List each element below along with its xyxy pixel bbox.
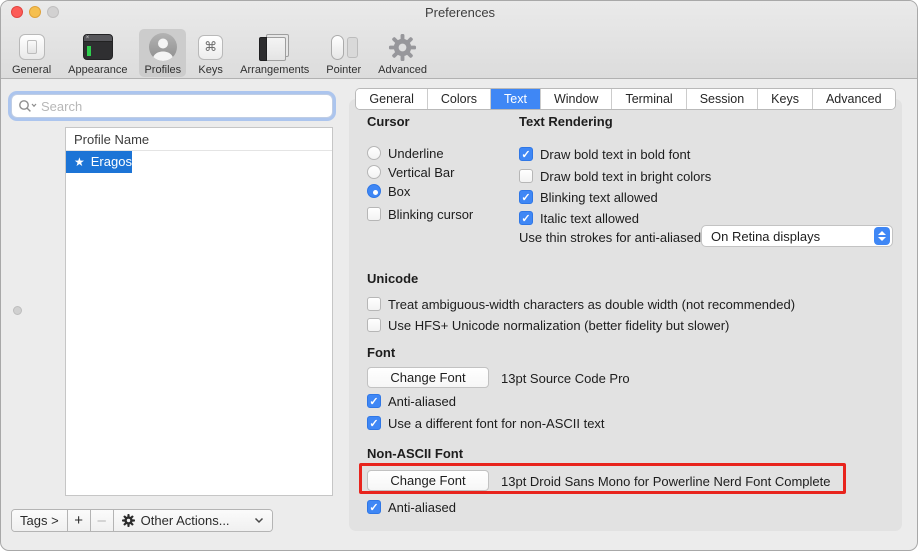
chevron-down-icon <box>254 517 264 524</box>
tab-general[interactable]: General <box>356 89 427 109</box>
profile-actions-bar: Tags > + – Other Actions... <box>11 509 273 532</box>
checkbox[interactable] <box>519 169 533 183</box>
profile-list-header[interactable]: Profile Name <box>66 128 332 151</box>
checkbox-checked[interactable]: ✓ <box>367 500 381 514</box>
checkbox-bright-colors[interactable]: Draw bold text in bright colors <box>519 168 711 184</box>
checkbox-checked[interactable]: ✓ <box>519 147 533 161</box>
text-rendering-section-title: Text Rendering <box>519 114 613 129</box>
title-bar[interactable]: Preferences <box>1 1 918 23</box>
appearance-window-icon: × <box>83 32 113 62</box>
font-section-title: Font <box>367 345 395 360</box>
checkbox-checked[interactable]: ✓ <box>367 416 381 430</box>
preferences-toolbar: General × Appearance Profiles <box>7 25 432 77</box>
checkbox-blinking-text[interactable]: ✓ Blinking text allowed <box>519 189 658 205</box>
checkbox[interactable] <box>367 318 381 332</box>
change-non-ascii-font-button[interactable]: Change Font <box>367 470 489 491</box>
radio-box[interactable]: Box <box>367 183 410 199</box>
window-chrome: Preferences General × Appearance <box>1 1 918 79</box>
toolbar-item-keys[interactable]: ⌘ Keys <box>193 29 228 77</box>
tags-button[interactable]: Tags > <box>12 510 68 531</box>
splitter-handle[interactable] <box>13 306 22 315</box>
preferences-window: Preferences General × Appearance <box>0 0 918 551</box>
checkbox-ambiguous-width[interactable]: Treat ambiguous-width characters as doub… <box>367 296 795 312</box>
tab-colors[interactable]: Colors <box>428 89 491 109</box>
toolbar-item-arrangements[interactable]: Arrangements <box>235 29 314 77</box>
keys-command-icon: ⌘ <box>198 32 223 62</box>
add-profile-button[interactable]: + <box>68 510 91 531</box>
window-title: Preferences <box>1 1 918 23</box>
change-font-button[interactable]: Change Font <box>367 367 489 388</box>
tab-keys[interactable]: Keys <box>758 89 813 109</box>
thin-strokes-select[interactable]: On Retina displays <box>701 225 893 247</box>
search-icon <box>18 99 38 113</box>
tab-text[interactable]: Text <box>491 89 541 109</box>
cursor-section-title: Cursor <box>367 114 410 129</box>
advanced-gear-icon <box>388 32 417 62</box>
checkbox[interactable] <box>367 297 381 311</box>
search-input[interactable]: Search <box>11 94 333 118</box>
toolbar-item-advanced[interactable]: Advanced <box>373 29 432 77</box>
radio-circle-selected[interactable] <box>367 184 381 198</box>
non-ascii-font-value: 13pt Droid Sans Mono for Powerline Nerd … <box>501 474 831 489</box>
toolbar-item-profiles[interactable]: Profiles <box>139 29 186 77</box>
unicode-section-title: Unicode <box>367 271 418 286</box>
radio-vertical-bar[interactable]: Vertical Bar <box>367 164 454 180</box>
tab-session[interactable]: Session <box>687 89 758 109</box>
profiles-person-icon <box>149 32 177 62</box>
non-ascii-font-section-title: Non-ASCII Font <box>367 446 463 461</box>
thin-strokes-label: Use thin strokes for anti-aliased text <box>519 229 726 245</box>
other-actions-dropdown[interactable]: Other Actions... <box>114 510 272 531</box>
toolbar-item-appearance[interactable]: × Appearance <box>63 29 132 77</box>
arrangements-panes-icon <box>259 32 291 62</box>
checkbox-antialiased[interactable]: ✓ Anti-aliased <box>367 393 456 409</box>
radio-circle[interactable] <box>367 146 381 160</box>
checkbox[interactable] <box>367 207 381 221</box>
pointer-mouse-icon <box>329 32 359 62</box>
general-switch-icon <box>19 32 45 62</box>
checkbox-checked[interactable]: ✓ <box>519 190 533 204</box>
profile-name: Eragos <box>91 151 132 173</box>
checkbox-blinking-cursor[interactable]: Blinking cursor <box>367 206 473 222</box>
font-value: 13pt Source Code Pro <box>501 371 630 386</box>
gear-icon <box>122 514 135 527</box>
radio-underline[interactable]: Underline <box>367 145 444 161</box>
profile-tabs: General Colors Text Window Terminal Sess… <box>349 88 902 110</box>
search-placeholder: Search <box>41 99 82 114</box>
profile-list: Profile Name ★ Eragos <box>65 127 333 496</box>
profile-row-eragos[interactable]: ★ Eragos <box>66 151 132 173</box>
checkbox-non-ascii-antialiased[interactable]: ✓ Anti-aliased <box>367 499 456 515</box>
tab-window[interactable]: Window <box>541 89 612 109</box>
remove-profile-button[interactable]: – <box>91 510 114 531</box>
checkbox-hfs-normalization[interactable]: Use HFS+ Unicode normalization (better f… <box>367 317 729 333</box>
tab-advanced[interactable]: Advanced <box>813 89 895 109</box>
stepper-arrows-icon <box>874 227 890 245</box>
checkbox-italic-text[interactable]: ✓ Italic text allowed <box>519 210 639 226</box>
checkbox-different-font-non-ascii[interactable]: ✓ Use a different font for non-ASCII tex… <box>367 415 605 431</box>
toolbar-item-pointer[interactable]: Pointer <box>321 29 366 77</box>
tab-terminal[interactable]: Terminal <box>612 89 686 109</box>
checkbox-checked[interactable]: ✓ <box>519 211 533 225</box>
settings-panel: Cursor Underline Vertical Bar Box Blinki… <box>349 99 902 531</box>
toolbar-item-general[interactable]: General <box>7 29 56 77</box>
radio-circle[interactable] <box>367 165 381 179</box>
checkbox-checked[interactable]: ✓ <box>367 394 381 408</box>
other-actions-label: Other Actions... <box>141 513 230 528</box>
checkbox-bold-font[interactable]: ✓ Draw bold text in bold font <box>519 146 690 162</box>
default-profile-star-icon: ★ <box>74 151 85 173</box>
